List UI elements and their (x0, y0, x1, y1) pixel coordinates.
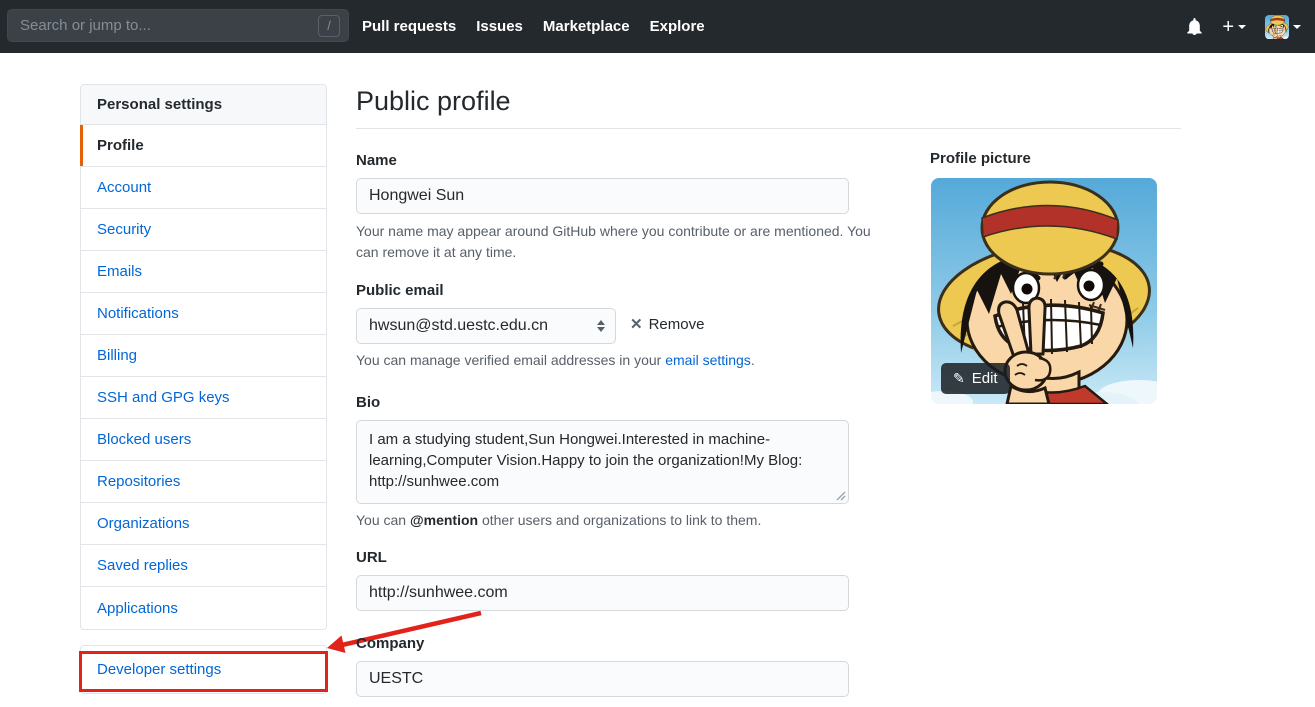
top-navbar: / Pull requests Issues Marketplace Explo… (0, 0, 1315, 53)
name-label: Name (356, 152, 397, 169)
divider (356, 128, 1181, 129)
bell-icon (1187, 18, 1203, 35)
x-icon: ✕ (630, 316, 643, 333)
header-actions: + (1186, 0, 1301, 53)
edit-label: Edit (971, 370, 998, 387)
sidebar-item-notifications[interactable]: Notifications (81, 293, 326, 335)
bio-help-prefix: You can (356, 512, 410, 528)
sidebar-item-label[interactable]: Profile (97, 137, 144, 154)
edit-avatar-button[interactable]: ✎ Edit (941, 363, 1010, 394)
bio-field[interactable]: I am a studying student,Sun Hongwei.Inte… (356, 420, 849, 504)
remove-email-button[interactable]: ✕ Remove (630, 315, 705, 334)
page-title: Public profile (356, 86, 511, 116)
sidebar-item-saved-replies[interactable]: Saved replies (81, 545, 326, 587)
sidebar-item-label[interactable]: Applications (97, 600, 178, 617)
sidebar-item-label[interactable]: SSH and GPG keys (97, 389, 230, 406)
email-help-prefix: You can manage verified email addresses … (356, 352, 666, 368)
public-email-label: Public email (356, 282, 444, 299)
caret-down-icon (1238, 24, 1246, 29)
sidebar-item-repositories[interactable]: Repositories (81, 461, 326, 503)
global-search[interactable]: / (7, 9, 349, 42)
pencil-icon: ✎ (953, 370, 965, 386)
name-help-text: Your name may appear around GitHub where… (356, 223, 871, 260)
email-help-text: You can manage verified email addresses … (356, 350, 876, 371)
nav-marketplace[interactable]: Marketplace (543, 18, 630, 35)
create-new-button[interactable]: + (1222, 17, 1246, 37)
slash-shortcut-key: / (318, 14, 340, 37)
sidebar-item-label[interactable]: Organizations (97, 515, 190, 532)
select-caret-icon (597, 320, 605, 332)
sidebar-item-ssh-gpg-keys[interactable]: SSH and GPG keys (81, 377, 326, 419)
sidebar-item-label[interactable]: Emails (97, 263, 142, 280)
sidebar-item-billing[interactable]: Billing (81, 335, 326, 377)
sidebar-item-label[interactable]: Security (97, 221, 151, 238)
sidebar-item-label[interactable]: Account (97, 179, 151, 196)
sidebar-item-profile[interactable]: Profile (80, 125, 326, 167)
public-email-select[interactable]: hwsun@std.uestc.edu.cn (356, 308, 616, 344)
url-field[interactable] (356, 575, 849, 611)
settings-sidebar: Personal settings Profile Account Securi… (80, 84, 327, 630)
sidebar-item-emails[interactable]: Emails (81, 251, 326, 293)
bio-help-text: You can @mention other users and organiz… (356, 510, 876, 531)
caret-down-icon (1293, 24, 1301, 29)
primary-nav: Pull requests Issues Marketplace Explore (362, 0, 705, 53)
sidebar-item-label[interactable]: Saved replies (97, 557, 188, 574)
email-help-suffix: . (750, 352, 755, 368)
remove-label: Remove (648, 315, 705, 333)
nav-issues[interactable]: Issues (476, 18, 523, 35)
mention-keyword: @mention (409, 512, 479, 528)
avatar (1265, 14, 1289, 39)
sidebar-item-label[interactable]: Repositories (97, 473, 180, 490)
url-label: URL (356, 549, 387, 566)
notifications-button[interactable] (1186, 18, 1203, 35)
company-label: Company (356, 635, 425, 652)
name-field[interactable] (356, 178, 849, 214)
sidebar-item-label[interactable]: Billing (97, 347, 137, 364)
developer-settings-box[interactable]: Developer settings (80, 645, 327, 694)
sidebar-item-blocked-users[interactable]: Blocked users (81, 419, 326, 461)
user-menu-button[interactable] (1265, 14, 1301, 39)
profile-picture[interactable]: ✎ Edit (931, 178, 1157, 404)
plus-icon: + (1222, 15, 1234, 38)
selected-email: hwsun@std.uestc.edu.cn (369, 317, 549, 334)
search-input[interactable] (20, 17, 318, 34)
bio-help-suffix: other users and organizations to link to… (478, 512, 762, 528)
profile-picture-label: Profile picture (930, 150, 1031, 167)
nav-explore[interactable]: Explore (650, 18, 705, 35)
sidebar-item-applications[interactable]: Applications (81, 587, 326, 629)
nav-pull-requests[interactable]: Pull requests (362, 18, 456, 35)
bio-label: Bio (356, 394, 381, 411)
sidebar-item-security[interactable]: Security (81, 209, 326, 251)
sidebar-item-organizations[interactable]: Organizations (81, 503, 326, 545)
sidebar-item-label[interactable]: Notifications (97, 305, 179, 322)
sidebar-item-developer-settings[interactable]: Developer settings (97, 661, 221, 678)
sidebar-item-account[interactable]: Account (81, 167, 326, 209)
sidebar-title: Personal settings (81, 85, 326, 125)
email-settings-link[interactable]: email settings (665, 352, 751, 368)
company-field[interactable] (356, 661, 849, 697)
github-settings-page: / Pull requests Issues Marketplace Explo… (0, 0, 1315, 707)
sidebar-item-label[interactable]: Blocked users (97, 431, 191, 448)
